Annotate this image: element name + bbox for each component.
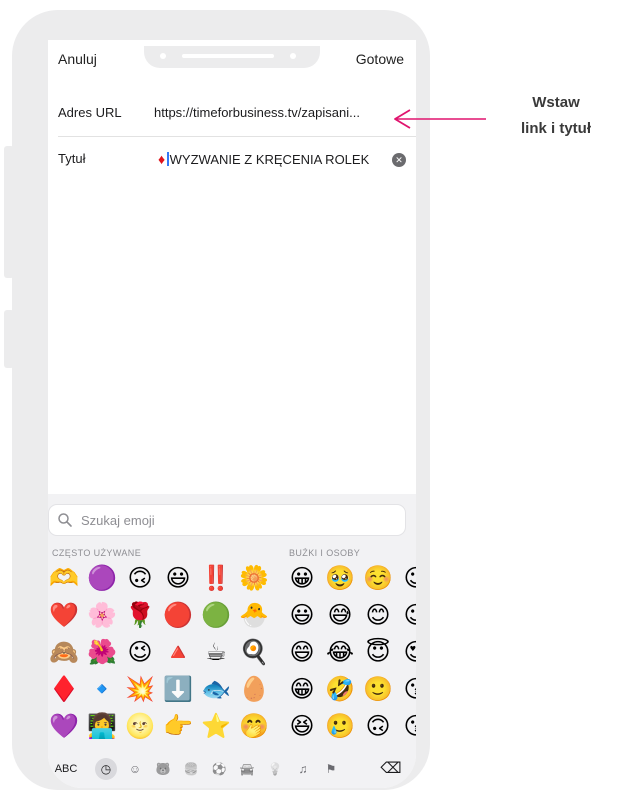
emoji-key[interactable]: 😉 <box>124 636 156 668</box>
title-text: WYZWANIE Z KRĘCENIA ROLEK <box>169 152 370 167</box>
clear-icon[interactable]: ✕ <box>392 153 406 167</box>
speaker <box>182 54 274 58</box>
emoji-key[interactable]: 😃 <box>162 562 194 594</box>
food-category-icon[interactable]: 🍔 <box>180 760 202 778</box>
text-cursor <box>167 152 169 166</box>
emoji-key[interactable]: 😇 <box>362 636 394 668</box>
cancel-button[interactable]: Anuluj <box>58 51 97 67</box>
phone-screen: Anuluj Gotowe Adres URL https://timeforb… <box>48 40 416 788</box>
emoji-key[interactable]: ☺️ <box>362 562 394 594</box>
title-label: Tytuł <box>58 151 86 166</box>
search-icon <box>58 513 72 527</box>
emoji-key[interactable]: ❤️ <box>48 599 80 631</box>
emoji-grid: 🫶 🟣 🙃 😃 ‼️ 🌼 ❤️ 🌸 🌹 🔴 🟢 🐣 🙈 🌺 😉 🔺 ☕ 🍳 ♦️ 🔹 💥 ⬇️ 🐟 🥚 💜 👩‍💻 🌝 👉 ⭐ 🤭 😀 🥹 ☺️… <box>48 562 416 744</box>
animals-category-icon[interactable]: 🐻 <box>152 760 174 778</box>
emoji-key[interactable]: 😘 <box>400 673 416 705</box>
emoji-key[interactable]: 😍 <box>400 636 416 668</box>
emoji-key[interactable]: 🔴 <box>162 599 194 631</box>
phone-frame: Anuluj Gotowe Adres URL https://timeforb… <box>12 10 430 790</box>
title-row[interactable]: Tytuł ♦ WYZWANIE Z KRĘCENIA ROLEK ✕ <box>48 137 416 183</box>
emoji-key[interactable]: 🟣 <box>86 562 118 594</box>
annotation-callout: Wstaw link i tytuł <box>498 90 614 142</box>
flags-category-icon[interactable]: ⚑ <box>320 760 342 778</box>
arrow-icon <box>394 109 486 129</box>
emoji-key[interactable]: 🙂 <box>362 673 394 705</box>
emoji-key[interactable]: 😗 <box>400 710 416 742</box>
symbols-category-icon[interactable]: ♫ <box>292 760 314 778</box>
smileys-category-icon[interactable]: ☺ <box>124 760 146 778</box>
emoji-key[interactable]: 🥲 <box>324 710 356 742</box>
emoji-key[interactable]: 🙃 <box>362 710 394 742</box>
travel-category-icon[interactable]: 🚘 <box>236 760 258 778</box>
callout-line-1: Wstaw <box>532 94 580 111</box>
emoji-key[interactable]: 🌸 <box>86 599 118 631</box>
emoji-key[interactable]: 🐣 <box>238 599 270 631</box>
delete-icon[interactable]: ⌫ <box>378 760 404 778</box>
objects-category-icon[interactable]: 💡 <box>264 760 286 778</box>
recent-category-icon[interactable]: ◷ <box>95 758 117 780</box>
emoji-key[interactable]: 🔹 <box>86 673 118 705</box>
abc-key[interactable]: ABC <box>52 760 80 778</box>
emoji-key[interactable]: 🫶 <box>48 562 80 594</box>
emoji-key[interactable]: ⭐ <box>200 710 232 742</box>
emoji-search-input[interactable]: Szukaj emoji <box>48 504 406 536</box>
emoji-category-bar: ABC ◷ ☺ 🐻 🍔 ⚽ 🚘 💡 ♫ ⚑ ⌫ <box>48 756 416 782</box>
emoji-key[interactable]: 😂 <box>324 636 356 668</box>
section-frequent: CZĘSTO UŻYWANE <box>52 548 142 558</box>
emoji-key[interactable]: 🐟 <box>200 673 232 705</box>
emoji-keyboard: Szukaj emoji CZĘSTO UŻYWANE BUŹKI I OSOB… <box>48 494 416 788</box>
camera <box>290 53 296 59</box>
url-field[interactable]: https://timeforbusiness.tv/zapisani... <box>154 105 360 120</box>
emoji-key[interactable]: 🙃 <box>124 562 156 594</box>
emoji-key[interactable]: 🤭 <box>238 710 270 742</box>
emoji-key[interactable]: 🌺 <box>86 636 118 668</box>
emoji-key[interactable]: ‼️ <box>200 562 232 594</box>
url-label: Adres URL <box>58 105 122 120</box>
sensor <box>160 53 166 59</box>
title-field[interactable]: ♦ WYZWANIE Z KRĘCENIA ROLEK <box>158 151 369 167</box>
emoji-key[interactable]: ♦️ <box>48 673 80 705</box>
emoji-key[interactable]: 😊 <box>362 599 394 631</box>
emoji-key[interactable]: 🙈 <box>48 636 80 668</box>
emoji-key[interactable]: 💥 <box>124 673 156 705</box>
section-faces: BUŹKI I OSOBY <box>289 548 361 558</box>
phone-notch <box>144 46 320 68</box>
emoji-key[interactable]: 🌼 <box>238 562 270 594</box>
search-placeholder: Szukaj emoji <box>81 513 155 528</box>
emoji-key[interactable]: 🍳 <box>238 636 270 668</box>
emoji-key[interactable]: 😆 <box>286 710 318 742</box>
emoji-key[interactable]: 🥚 <box>238 673 270 705</box>
emoji-key[interactable]: 😄 <box>286 636 318 668</box>
emoji-key[interactable]: 😉 <box>400 599 416 631</box>
emoji-key[interactable]: 🥹 <box>324 562 356 594</box>
done-button[interactable]: Gotowe <box>356 51 404 67</box>
emoji-key[interactable]: 😃 <box>286 599 318 631</box>
emoji-key[interactable]: 💜 <box>48 710 80 742</box>
emoji-key[interactable]: 😁 <box>286 673 318 705</box>
emoji-key[interactable]: 🟢 <box>200 599 232 631</box>
emoji-key[interactable]: 👩‍💻 <box>86 710 118 742</box>
activity-category-icon[interactable]: ⚽ <box>208 760 230 778</box>
callout-line-2: link i tytuł <box>520 120 591 137</box>
emoji-key[interactable]: ☕ <box>200 636 232 668</box>
emoji-key[interactable]: 🌝 <box>124 710 156 742</box>
emoji-key[interactable]: 🤣 <box>324 673 356 705</box>
emoji-key[interactable]: 😀 <box>286 562 318 594</box>
emoji-key[interactable]: 😅 <box>324 599 356 631</box>
emoji-key[interactable]: 👉 <box>162 710 194 742</box>
url-row[interactable]: Adres URL https://timeforbusiness.tv/zap… <box>48 91 416 137</box>
emoji-key[interactable]: 😉 <box>400 562 416 594</box>
emoji-key[interactable]: ⬇️ <box>162 673 194 705</box>
emoji-key[interactable]: 🔺 <box>162 636 194 668</box>
emoji-key[interactable]: 🌹 <box>124 599 156 631</box>
red-diamond-emoji: ♦ <box>158 151 166 167</box>
